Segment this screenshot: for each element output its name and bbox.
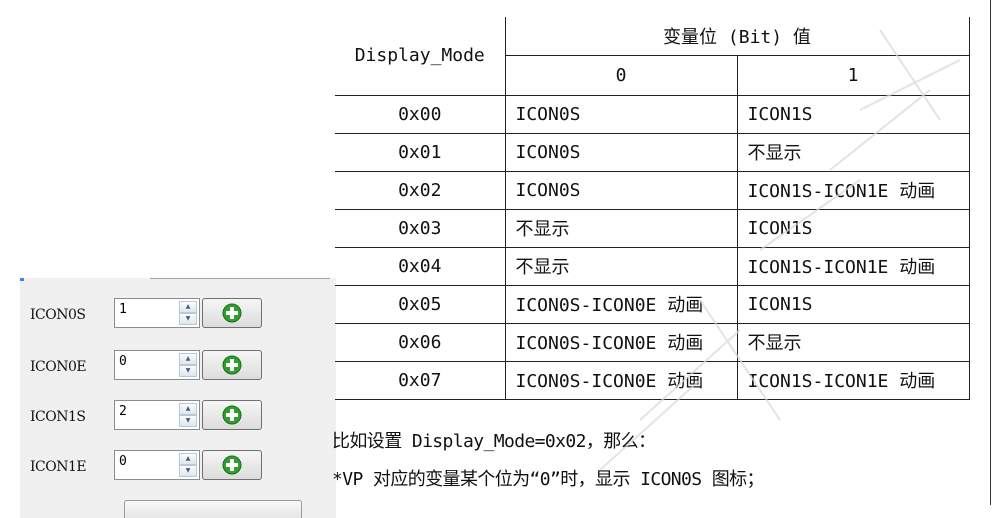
plus-circle-icon [222, 455, 242, 475]
mode-cell: 0x07 [335, 360, 506, 400]
header-bit-1: 1 [736, 54, 970, 96]
plus-circle-icon [222, 355, 242, 375]
panel-bottom-button[interactable] [124, 500, 302, 518]
icon0e-spin-arrows: ▲ ▼ [179, 353, 197, 377]
icon1e-spin-arrows: ▲ ▼ [179, 453, 197, 477]
panel-corner-accent [20, 278, 24, 281]
icon0e-label: ICON0E [30, 359, 87, 375]
bit0-cell: ICON0S-ICON0E 动画 [504, 322, 738, 362]
table-row: 0x07 ICON0S-ICON0E 动画 ICON1S-ICON1E 动画 [335, 360, 970, 400]
icon1e-spinbox[interactable]: 0 ▲ ▼ [114, 450, 200, 480]
bit1-cell: ICON1S-ICON1E 动画 [736, 170, 970, 210]
plus-circle-icon [222, 303, 242, 323]
table-row: 0x03 不显示 ICON1S [335, 208, 970, 248]
icon1e-row: ICON1E 0 ▲ ▼ [20, 450, 336, 484]
bit1-cell: 不显示 [736, 322, 970, 362]
mode-cell: 0x04 [335, 246, 506, 286]
icon-config-panel: ICON0S 1 ▲ ▼ ICON0E 0 ▲ ▼ ICON1S 2 ▲ ▼ I… [20, 278, 336, 518]
table-row: 0x06 ICON0S-ICON0E 动画 不显示 [335, 322, 970, 362]
icon0s-add-button[interactable] [202, 298, 262, 328]
spin-down-icon[interactable]: ▼ [179, 465, 197, 477]
bit1-cell: ICON1S [736, 284, 970, 324]
bit0-cell: 不显示 [504, 208, 738, 248]
spin-down-icon[interactable]: ▼ [179, 313, 197, 325]
table-row: 0x05 ICON0S-ICON0E 动画 ICON1S [335, 284, 970, 324]
mode-cell: 0x06 [335, 322, 506, 362]
display-mode-table: Display_Mode 变量位 (Bit) 值 0 1 0x00 ICON0S… [335, 17, 970, 400]
table-row: 0x04 不显示 ICON1S-ICON1E 动画 [335, 246, 970, 286]
icon1e-add-button[interactable] [202, 450, 262, 480]
bit1-cell: ICON1S [736, 208, 970, 248]
mode-cell: 0x02 [335, 170, 506, 210]
icon0s-label: ICON0S [30, 307, 86, 323]
bit1-cell: ICON1S-ICON1E 动画 [736, 360, 970, 400]
note-line-2: *VP 对应的变量某个位为“0”时，显示 ICON0S 图标； [332, 469, 765, 490]
mode-cell: 0x05 [335, 284, 506, 324]
bit0-cell: ICON0S [504, 132, 738, 172]
icon0e-spinbox[interactable]: 0 ▲ ▼ [114, 350, 200, 380]
icon0e-row: ICON0E 0 ▲ ▼ [20, 350, 336, 384]
spin-up-icon[interactable]: ▲ [179, 453, 197, 465]
panel-divider [150, 278, 330, 279]
table-row: 0x02 ICON0S ICON1S-ICON1E 动画 [335, 170, 970, 210]
icon1s-spin-arrows: ▲ ▼ [179, 403, 197, 427]
spin-up-icon[interactable]: ▲ [179, 353, 197, 365]
bit0-cell: 不显示 [504, 246, 738, 286]
table-row: 0x01 ICON0S 不显示 [335, 132, 970, 172]
bit0-cell: ICON0S [504, 170, 738, 210]
icon1s-spinbox[interactable]: 2 ▲ ▼ [114, 400, 200, 430]
header-bit-0: 0 [504, 54, 738, 96]
mode-cell: 0x01 [335, 132, 506, 172]
icon1s-label: ICON1S [30, 409, 86, 425]
bit1-cell: 不显示 [736, 132, 970, 172]
spin-up-icon[interactable]: ▲ [179, 301, 197, 313]
bit1-cell: ICON1S-ICON1E 动画 [736, 246, 970, 286]
header-display-mode: Display_Mode [335, 17, 506, 96]
icon0s-spinbox[interactable]: 1 ▲ ▼ [114, 298, 200, 328]
icon0s-value: 1 [119, 302, 127, 317]
icon1e-label: ICON1E [30, 459, 87, 475]
spin-up-icon[interactable]: ▲ [179, 403, 197, 415]
icon0s-row: ICON0S 1 ▲ ▼ [20, 298, 336, 332]
icon1s-row: ICON1S 2 ▲ ▼ [20, 400, 336, 434]
bit0-cell: ICON0S-ICON0E 动画 [504, 284, 738, 324]
plus-circle-icon [222, 405, 242, 425]
table-row: 0x00 ICON0S ICON1S [335, 94, 970, 134]
mode-cell: 0x03 [335, 208, 506, 248]
icon0s-spin-arrows: ▲ ▼ [179, 301, 197, 325]
spin-down-icon[interactable]: ▼ [179, 415, 197, 427]
icon0e-add-button[interactable] [202, 350, 262, 380]
icon1s-add-button[interactable] [202, 400, 262, 430]
header-bit-value: 变量位 (Bit) 值 [504, 17, 970, 56]
bit0-cell: ICON0S-ICON0E 动画 [504, 360, 738, 400]
icon1e-value: 0 [119, 454, 127, 469]
note-line-1: 比如设置 Display_Mode=0x02，那么： [332, 431, 656, 452]
table-header-row: Display_Mode 变量位 (Bit) 值 [335, 17, 970, 96]
spin-down-icon[interactable]: ▼ [179, 365, 197, 377]
bit1-cell: ICON1S [736, 94, 970, 134]
icon1s-value: 2 [119, 404, 127, 419]
icon0e-value: 0 [119, 354, 127, 369]
mode-cell: 0x00 [335, 94, 506, 134]
bit0-cell: ICON0S [504, 94, 738, 134]
page-right-border [990, 0, 991, 505]
